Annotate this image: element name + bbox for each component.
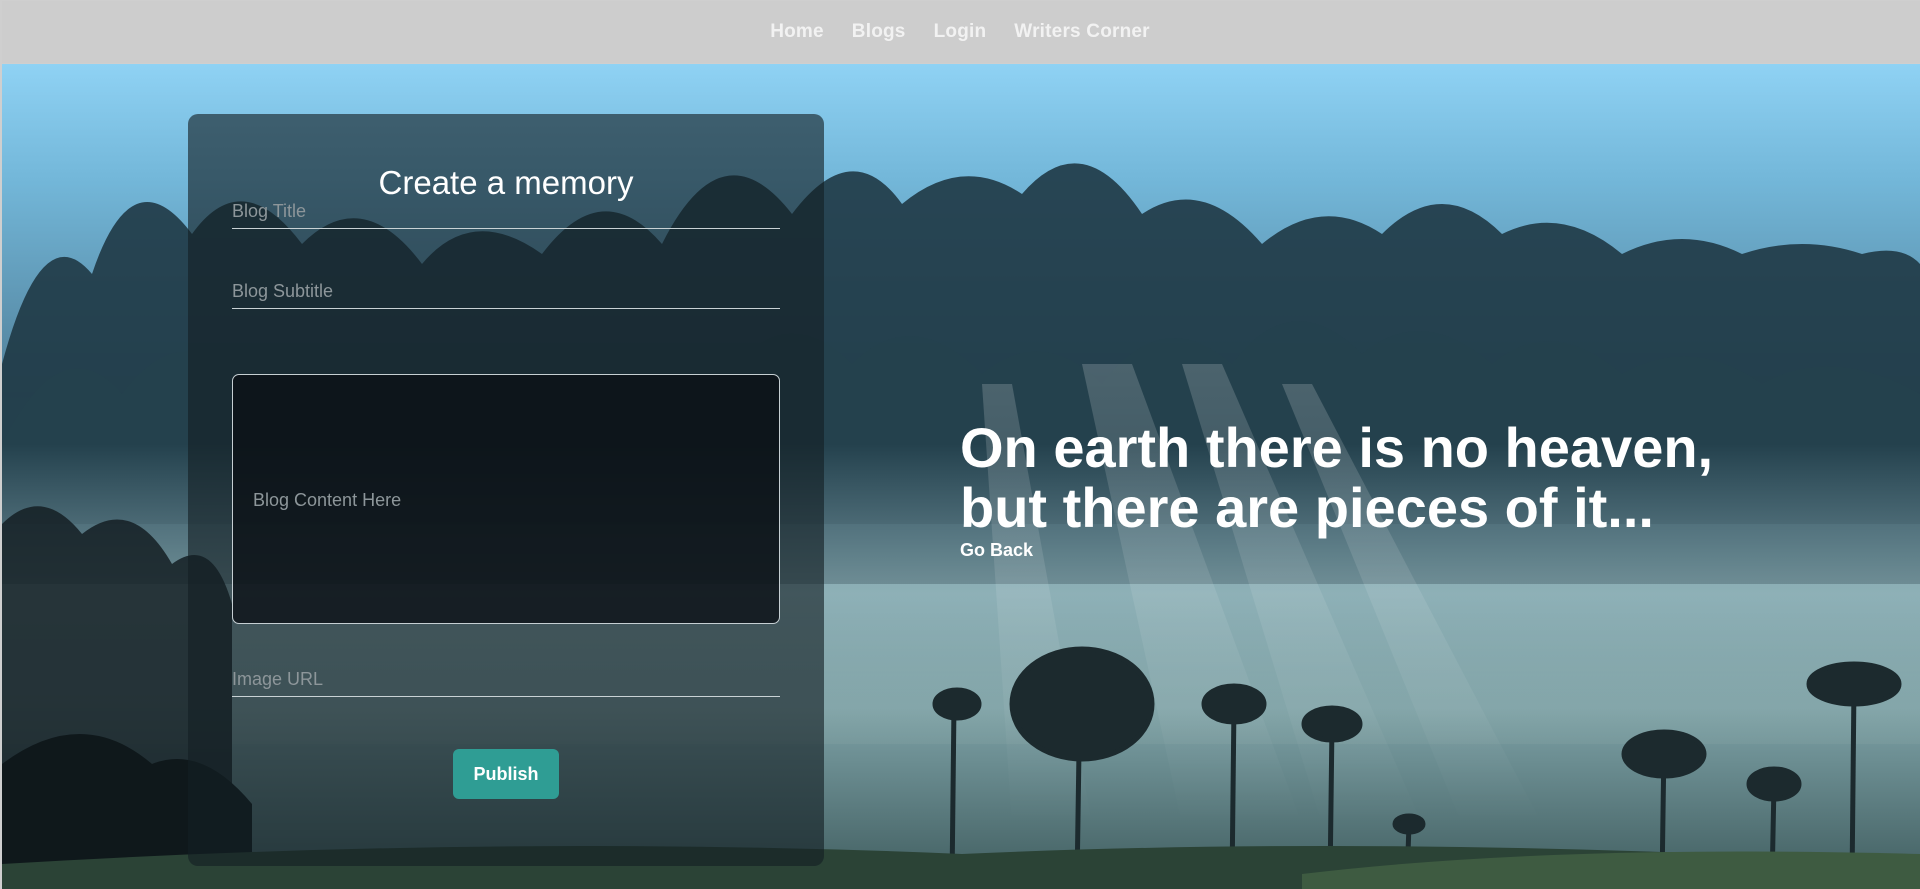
blog-subtitle-input[interactable]	[232, 274, 780, 309]
nav-link-blogs[interactable]: Blogs	[852, 21, 908, 43]
blog-title-input[interactable]	[232, 194, 780, 229]
image-url-input[interactable]	[232, 662, 780, 697]
hero-quote-line-2: but there are pieces of it...	[960, 476, 1654, 539]
nav-link-writers-corner[interactable]: Writers Corner	[1014, 21, 1152, 43]
top-navbar: Home Blogs Login Writers Corner	[2, 1, 1920, 63]
create-memory-form: Create a memory Publish	[188, 114, 824, 866]
hero-quote-line-1: On earth there is no heaven,	[960, 416, 1714, 479]
blog-content-textarea[interactable]	[232, 374, 780, 624]
nav-link-home[interactable]: Home	[770, 21, 826, 43]
publish-button[interactable]: Publish	[453, 749, 559, 799]
hero-quote: On earth there is no heaven, but there a…	[960, 418, 1860, 538]
go-back-link[interactable]: Go Back	[960, 540, 1033, 561]
hero-quote-block: On earth there is no heaven, but there a…	[960, 418, 1860, 561]
nav-link-login[interactable]: Login	[934, 21, 989, 43]
